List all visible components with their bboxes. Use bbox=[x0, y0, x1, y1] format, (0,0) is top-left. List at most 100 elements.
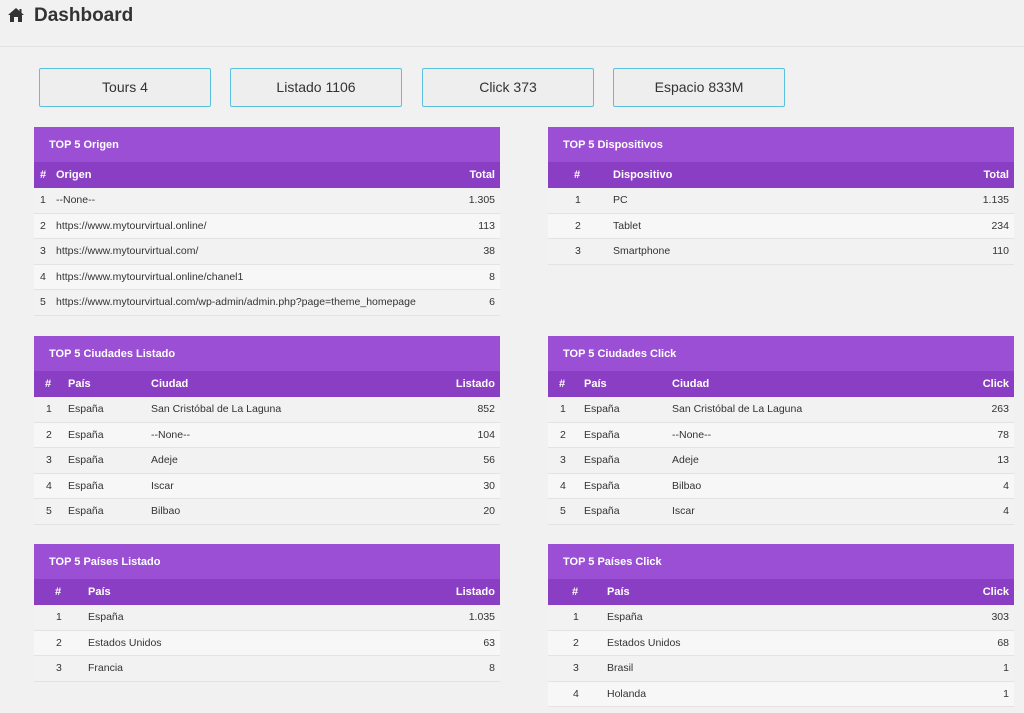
row-listado: 852 bbox=[477, 403, 495, 415]
row-listado: 104 bbox=[477, 428, 495, 441]
table-body: 1 España San Cristóbal de La Laguna 852 2 Es… bbox=[34, 397, 500, 525]
row-origen: https://www.mytourvirtual.com/wp-admin/a… bbox=[56, 296, 416, 308]
row-number: 1 bbox=[573, 611, 579, 623]
row-click: 4 bbox=[1003, 505, 1009, 517]
row-pais: Estados Unidos bbox=[88, 636, 162, 649]
top-paises-click-panel: TOP 5 Países Click # País Click 1 España 3… bbox=[548, 544, 1014, 707]
row-click: 1 bbox=[1003, 662, 1009, 674]
top-dispositivos-panel: TOP 5 Dispositivos # Dispositivo Total 1… bbox=[548, 127, 1014, 265]
col-total: Total bbox=[469, 169, 495, 181]
row-number: 4 bbox=[46, 479, 52, 492]
row-pais: España bbox=[584, 428, 620, 441]
table-body: 1 --None-- 1.305 2 https://www.mytourvirtua… bbox=[34, 188, 500, 316]
row-number: 2 bbox=[56, 636, 62, 649]
col-number: # bbox=[572, 586, 579, 598]
top-origen-panel: TOP 5 Origen # Origen Total 1 --None-- 1.3… bbox=[34, 127, 500, 316]
row-number: 3 bbox=[56, 662, 62, 674]
row-ciudad: Adeje bbox=[672, 454, 699, 466]
row-ciudad: San Cristóbal de La Laguna bbox=[672, 403, 803, 415]
row-number: 2 bbox=[575, 219, 581, 232]
row-number: 2 bbox=[560, 428, 566, 441]
col-click: Click bbox=[982, 378, 1009, 390]
home-icon bbox=[8, 8, 24, 22]
table-row: 3 Francia 8 bbox=[34, 656, 500, 682]
row-number: 4 bbox=[573, 687, 579, 700]
col-pais: País bbox=[88, 586, 111, 598]
col-number: # bbox=[45, 378, 52, 390]
row-pais: España bbox=[68, 428, 104, 441]
row-pais: Brasil bbox=[607, 662, 634, 674]
row-ciudad: --None-- bbox=[151, 428, 191, 441]
col-pais: País bbox=[68, 378, 91, 390]
row-listado: 20 bbox=[483, 505, 495, 517]
click-stat-button[interactable]: Click 373 bbox=[422, 68, 594, 107]
table-row: 3 Smartphone 110 bbox=[548, 239, 1014, 265]
row-number: 3 bbox=[560, 454, 566, 466]
row-pais: España bbox=[584, 505, 620, 517]
row-pais: España bbox=[584, 454, 620, 466]
row-number: 2 bbox=[573, 636, 579, 649]
row-origen: https://www.mytourvirtual.online/ bbox=[56, 219, 207, 232]
table-row: 2 España --None-- 104 bbox=[34, 422, 500, 448]
table-row: 3 España Adeje 13 bbox=[548, 448, 1014, 474]
row-number: 2 bbox=[46, 428, 52, 441]
row-pais: España bbox=[607, 611, 643, 623]
col-listado: Listado bbox=[455, 378, 495, 390]
col-number: # bbox=[559, 378, 566, 390]
row-ciudad: Iscar bbox=[151, 479, 174, 492]
table-row: 2 Tablet 234 bbox=[548, 213, 1014, 239]
table-row: 1 España 303 bbox=[548, 605, 1014, 631]
row-number: 1 bbox=[56, 611, 62, 623]
row-listado: 1.035 bbox=[468, 611, 495, 623]
row-pais: España bbox=[584, 403, 620, 415]
col-pais: País bbox=[584, 378, 607, 390]
col-ciudad: Ciudad bbox=[672, 378, 710, 390]
panel-title: TOP 5 Ciudades Listado bbox=[34, 336, 500, 371]
table-header: # País Ciudad Listado bbox=[34, 371, 500, 397]
row-pais: Francia bbox=[88, 662, 124, 674]
table-body: 1 España 303 2 Estados Unidos 68 3 Brasil 1 4 H… bbox=[548, 605, 1014, 707]
row-total: 1.135 bbox=[982, 194, 1009, 206]
col-total: Total bbox=[983, 169, 1009, 181]
table-row: 1 España San Cristóbal de La Laguna 263 bbox=[548, 397, 1014, 423]
row-origen: --None-- bbox=[56, 194, 96, 206]
table-row: 5 España Bilbao 20 bbox=[34, 499, 500, 525]
row-total: 6 bbox=[489, 296, 495, 308]
row-dispositivo: Smartphone bbox=[613, 245, 671, 257]
col-origen: Origen bbox=[56, 169, 92, 181]
tours-stat-button[interactable]: Tours 4 bbox=[39, 68, 211, 107]
row-number: 3 bbox=[575, 245, 581, 257]
col-click: Click bbox=[982, 586, 1009, 598]
row-origen: https://www.mytourvirtual.online/chanel1 bbox=[56, 270, 244, 283]
row-number: 5 bbox=[46, 505, 52, 517]
top-ciudades-listado-panel: TOP 5 Ciudades Listado # País Ciudad Lis… bbox=[34, 336, 500, 525]
table-row: 4 España Iscar 30 bbox=[34, 473, 500, 499]
row-number: 4 bbox=[40, 270, 46, 283]
row-number: 1 bbox=[560, 403, 566, 415]
row-ciudad: Adeje bbox=[151, 454, 178, 466]
row-click: 1 bbox=[1003, 687, 1009, 700]
row-total: 8 bbox=[489, 270, 495, 283]
row-number: 1 bbox=[46, 403, 52, 415]
espacio-stat-button[interactable]: Espacio 833M bbox=[613, 68, 785, 107]
row-ciudad: Iscar bbox=[672, 505, 695, 517]
panel-title: TOP 5 Origen bbox=[34, 127, 500, 162]
row-ciudad: San Cristóbal de La Laguna bbox=[151, 403, 282, 415]
listado-stat-button[interactable]: Listado 1106 bbox=[230, 68, 402, 107]
row-pais: Holanda bbox=[607, 687, 647, 700]
table-row: 1 PC 1.135 bbox=[548, 188, 1014, 214]
row-number: 3 bbox=[573, 662, 579, 674]
table-body: 1 España 1.035 2 Estados Unidos 63 3 Francia 8 bbox=[34, 605, 500, 682]
table-row: 5 España Iscar 4 bbox=[548, 499, 1014, 525]
col-pais: País bbox=[607, 586, 630, 598]
row-total: 110 bbox=[992, 245, 1009, 257]
top-ciudades-click-panel: TOP 5 Ciudades Click # País Ciudad Click… bbox=[548, 336, 1014, 525]
row-number: 1 bbox=[40, 194, 46, 206]
col-dispositivo: Dispositivo bbox=[613, 169, 673, 181]
row-listado: 8 bbox=[489, 662, 495, 674]
row-dispositivo: Tablet bbox=[613, 219, 642, 232]
row-listado: 56 bbox=[483, 454, 495, 466]
col-ciudad: Ciudad bbox=[151, 378, 189, 390]
table-row: 4 Holanda 1 bbox=[548, 681, 1014, 707]
row-number: 3 bbox=[46, 454, 52, 466]
